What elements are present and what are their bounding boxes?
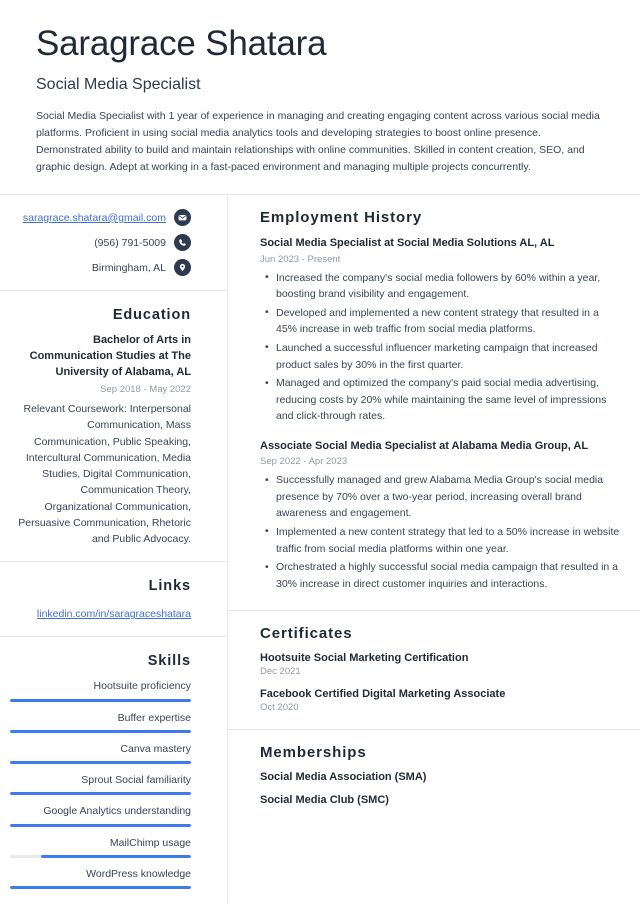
skill-label: Hootsuite proficiency bbox=[93, 680, 191, 693]
employment-entry: Associate Social Media Specialist at Ala… bbox=[260, 439, 620, 592]
certificate-date: Oct 2020 bbox=[260, 702, 299, 714]
main-column: Employment History Social Media Speciali… bbox=[228, 195, 640, 903]
memberships-heading: Memberships bbox=[260, 744, 367, 762]
skill-item: Sprout Social familiarity bbox=[10, 773, 191, 796]
skill-level-bar bbox=[10, 792, 191, 796]
education-block: Education Bachelor of Arts in Communicat… bbox=[0, 291, 227, 563]
skills-block: Skills Hootsuite proficiency Buffer expe… bbox=[0, 637, 227, 903]
contact-email-value[interactable]: saragrace.shatara@gmail.com bbox=[23, 212, 166, 224]
skill-label: MailChimp usage bbox=[109, 836, 191, 849]
membership-entry: Social Media Association (SMA) bbox=[260, 771, 427, 784]
employment-bullets: Successfully managed and grew Alabama Me… bbox=[260, 472, 620, 592]
skill-item: Hootsuite proficiency bbox=[10, 679, 191, 702]
links-heading: Links bbox=[148, 578, 191, 595]
resume-page: Saragrace Shatara Social Media Specialis… bbox=[0, 0, 640, 905]
skill-item: MailChimp usage bbox=[10, 836, 191, 858]
skill-label: WordPress knowledge bbox=[86, 867, 191, 880]
memberships-block: Memberships Social Media Association (SM… bbox=[228, 730, 640, 822]
certificate-name: Hootsuite Social Marketing Certification bbox=[260, 652, 469, 665]
contact-email-row[interactable]: saragrace.shatara@gmail.com bbox=[10, 209, 191, 227]
education-degree: Bachelor of Arts in Communication Studie… bbox=[29, 334, 191, 379]
employment-dates: Sep 2022 - Apr 2023 bbox=[260, 456, 348, 468]
employment-role: Associate Social Media Specialist at Ala… bbox=[260, 439, 589, 452]
education-dates: Sep 2018 - May 2022 bbox=[100, 384, 191, 396]
envelope-icon bbox=[174, 209, 191, 227]
skill-level-fill bbox=[10, 823, 191, 827]
employment-bullet: Orchestrated a highly successful social … bbox=[265, 559, 620, 592]
contact-phone-value: (956) 791-5009 bbox=[94, 236, 166, 249]
link-item[interactable]: linkedin.com/in/saragraceshatara bbox=[10, 604, 191, 622]
skill-label: Google Analytics understanding bbox=[43, 805, 191, 818]
skill-item: Buffer expertise bbox=[10, 711, 191, 733]
employment-bullet: Successfully managed and grew Alabama Me… bbox=[265, 472, 620, 522]
education-coursework: Relevant Coursework: Interpersonal Commu… bbox=[18, 403, 191, 546]
sidebar-column: saragrace.shatara@gmail.com (956) 791-50… bbox=[0, 195, 228, 903]
skill-level-bar bbox=[10, 885, 191, 889]
employment-dates: Jun 2023 - Present bbox=[260, 253, 341, 265]
skill-level-fill bbox=[40, 854, 191, 858]
skill-level-fill bbox=[10, 792, 191, 796]
skill-level-fill bbox=[10, 761, 191, 765]
contact-location-value: Birmingham, AL bbox=[91, 261, 166, 274]
skill-item: Google Analytics understanding bbox=[10, 804, 191, 827]
employment-entry: Social Media Specialist at Social Media … bbox=[260, 236, 620, 425]
skills-heading: Skills bbox=[147, 653, 191, 670]
education-heading: Education bbox=[112, 307, 191, 324]
skill-level-fill bbox=[10, 729, 191, 733]
employment-history-block: Employment History Social Media Speciali… bbox=[228, 195, 640, 612]
employment-bullet: Managed and optimized the company's paid… bbox=[265, 375, 620, 425]
location-pin-icon bbox=[174, 259, 191, 277]
skill-level-fill bbox=[10, 698, 191, 702]
skill-label: Sprout Social familiarity bbox=[81, 774, 191, 787]
candidate-job-title: Social Media Specialist bbox=[36, 76, 201, 94]
skill-label: Buffer expertise bbox=[117, 711, 191, 724]
candidate-name: Saragrace Shatara bbox=[36, 24, 327, 63]
certificate-name: Facebook Certified Digital Marketing Ass… bbox=[260, 688, 506, 701]
skill-item: WordPress knowledge bbox=[10, 867, 191, 889]
skill-label: Canva mastery bbox=[120, 742, 191, 755]
skill-level-bar bbox=[10, 854, 191, 858]
link-item-label[interactable]: linkedin.com/in/saragraceshatara bbox=[37, 608, 191, 620]
skill-level-bar bbox=[10, 729, 191, 733]
employment-history-heading: Employment History bbox=[260, 209, 423, 227]
employment-role: Social Media Specialist at Social Media … bbox=[260, 237, 555, 250]
skill-level-bar bbox=[10, 823, 191, 827]
employment-bullet: Increased the company's social media fol… bbox=[265, 269, 620, 303]
certificate-entry: Facebook Certified Digital Marketing Ass… bbox=[260, 688, 620, 713]
links-block: Links linkedin.com/in/saragraceshatara bbox=[0, 562, 227, 638]
certificates-block: Certificates Hootsuite Social Marketing … bbox=[228, 611, 640, 731]
contact-location-row: Birmingham, AL bbox=[10, 259, 191, 277]
employment-bullet: Implemented a new content strategy that … bbox=[265, 523, 620, 557]
certificates-heading: Certificates bbox=[260, 625, 353, 643]
employment-bullets: Increased the company's social media fol… bbox=[260, 269, 620, 425]
skill-level-fill bbox=[10, 885, 191, 889]
resume-body: saragrace.shatara@gmail.com (956) 791-50… bbox=[0, 194, 640, 903]
professional-summary: Social Media Specialist with 1 year of e… bbox=[36, 110, 600, 174]
certificate-date: Dec 2021 bbox=[260, 666, 301, 678]
resume-header: Saragrace Shatara Social Media Specialis… bbox=[0, 0, 640, 194]
contact-details-block: saragrace.shatara@gmail.com (956) 791-50… bbox=[0, 195, 227, 292]
certificate-entry: Hootsuite Social Marketing Certification… bbox=[260, 652, 620, 677]
employment-bullet: Launched a successful influencer marketi… bbox=[265, 339, 620, 373]
skill-item: Canva mastery bbox=[10, 742, 191, 765]
contact-phone-row: (956) 791-5009 bbox=[10, 234, 191, 252]
skill-level-bar bbox=[10, 698, 191, 702]
phone-icon bbox=[174, 234, 191, 252]
membership-entry: Social Media Club (SMC) bbox=[260, 794, 389, 807]
employment-bullet: Developed and implemented a new content … bbox=[265, 304, 620, 338]
skill-level-bar bbox=[10, 761, 191, 765]
